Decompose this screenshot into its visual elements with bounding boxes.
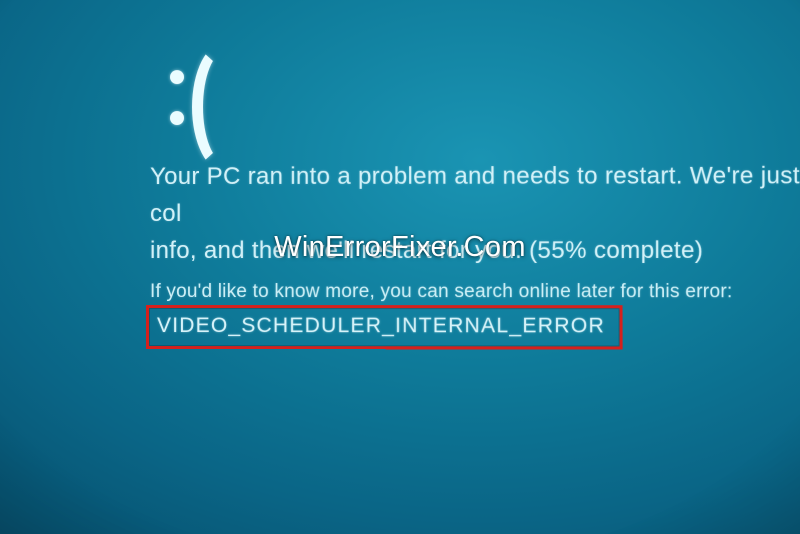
bsod-hint-message: If you'd like to know more, you can sear… bbox=[150, 277, 800, 308]
bsod-screen: Your PC ran into a problem and needs to … bbox=[150, 0, 800, 534]
bsod-error-code: VIDEO_SCHEDULER_INTERNAL_ERROR bbox=[157, 314, 605, 338]
bsod-primary-message: Your PC ran into a problem and needs to … bbox=[150, 157, 800, 269]
sad-face-icon bbox=[150, 18, 290, 158]
error-code-highlight-box: VIDEO_SCHEDULER_INTERNAL_ERROR bbox=[146, 305, 622, 349]
sad-face-eye-bottom bbox=[170, 111, 184, 125]
sad-face-mouth bbox=[192, 42, 258, 172]
sad-face-eye-top bbox=[170, 70, 184, 84]
